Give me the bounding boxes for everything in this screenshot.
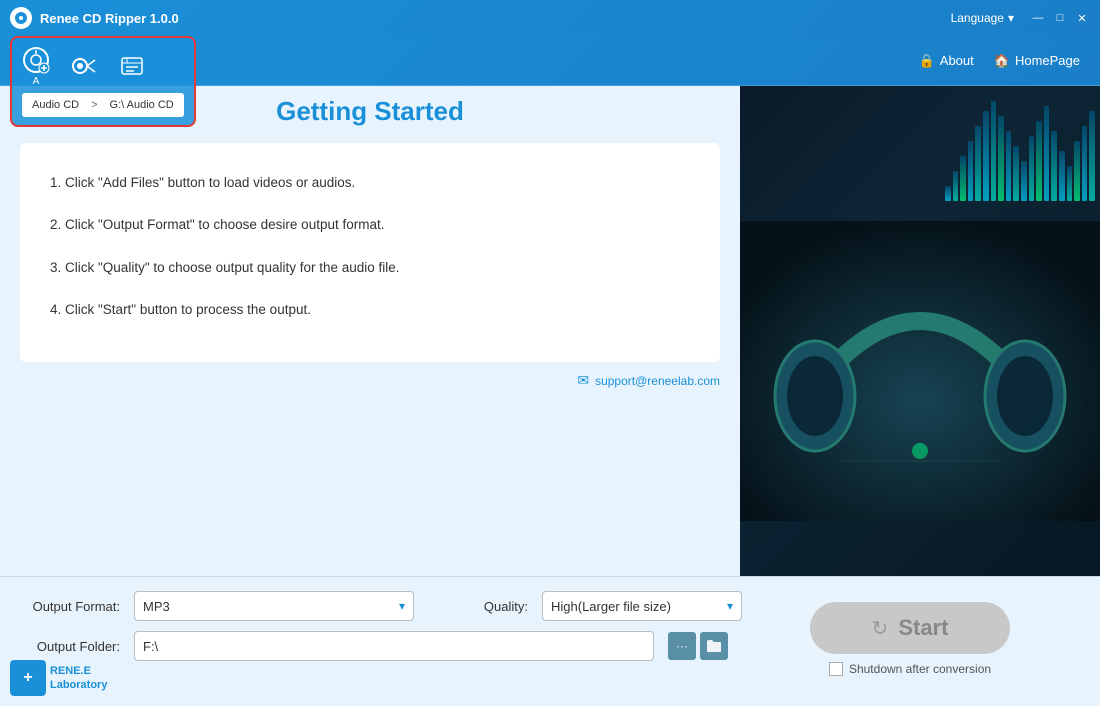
toolbar-icons: A bbox=[22, 46, 184, 87]
about-label: About bbox=[940, 53, 974, 68]
shutdown-label: Shutdown after conversion bbox=[849, 662, 991, 676]
add-files-label: A bbox=[33, 76, 40, 87]
toolbar-area: A bbox=[10, 36, 196, 127]
app-icon bbox=[10, 7, 32, 29]
renee-text-line2: Laboratory bbox=[50, 678, 107, 692]
shutdown-row: Shutdown after conversion bbox=[829, 662, 991, 676]
titlebar: Renee CD Ripper 1.0.0 Language ▾ — □ ✕ bbox=[0, 0, 1100, 36]
start-area: ↻ Start Shutdown after conversion bbox=[740, 602, 1080, 676]
homepage-label: HomePage bbox=[1015, 53, 1080, 68]
language-button[interactable]: Language ▾ bbox=[951, 11, 1014, 25]
start-button[interactable]: ↻ Start bbox=[810, 602, 1010, 654]
breadcrumb-row: Audio CD > G:\ Audio CD bbox=[22, 93, 184, 117]
minimize-button[interactable]: — bbox=[1030, 10, 1046, 26]
nav-links: 🔒 About 🏠 HomePage bbox=[919, 53, 1080, 69]
renee-plus-icon: + bbox=[23, 669, 32, 687]
main-area: Getting Started 1. Click "Add Files" but… bbox=[0, 86, 740, 576]
folder-dots-button[interactable]: ··· bbox=[668, 632, 696, 660]
start-label: Start bbox=[898, 615, 948, 641]
instruction-2: 2. Click "Output Format" to choose desir… bbox=[50, 215, 690, 235]
close-button[interactable]: ✕ bbox=[1074, 10, 1090, 26]
quality-dropdown-icon: ▾ bbox=[727, 599, 733, 613]
renee-text: RENE.E Laboratory bbox=[50, 664, 107, 693]
renee-logo: + RENE.E Laboratory bbox=[10, 660, 107, 696]
breadcrumb-dest: G:\ Audio CD bbox=[100, 93, 184, 117]
maximize-button[interactable]: □ bbox=[1052, 10, 1068, 26]
output-folder-input[interactable]: F:\ bbox=[134, 631, 654, 661]
headphones-visual bbox=[740, 86, 1100, 656]
lock-icon: 🔒 bbox=[919, 53, 935, 69]
output-folder-label: Output Folder: bbox=[20, 639, 120, 654]
folder-open-button[interactable] bbox=[700, 632, 728, 660]
language-dropdown-icon: ▾ bbox=[1008, 11, 1014, 25]
breadcrumb-arrow: > bbox=[89, 99, 99, 111]
renee-logo-box: + bbox=[10, 660, 46, 696]
folder-path-value: F:\ bbox=[143, 639, 158, 654]
homepage-link[interactable]: 🏠 HomePage bbox=[994, 53, 1080, 69]
toolbar-box: A bbox=[10, 36, 196, 127]
titlebar-left: Renee CD Ripper 1.0.0 bbox=[10, 7, 179, 29]
quality-field-label: Quality: bbox=[428, 599, 528, 614]
app-title: Renee CD Ripper 1.0.0 bbox=[40, 11, 179, 26]
breadcrumb-source: Audio CD bbox=[22, 93, 89, 117]
renee-text-line1: RENE.E bbox=[50, 664, 107, 678]
quality-button[interactable] bbox=[118, 52, 146, 82]
output-format-value: MP3 bbox=[143, 599, 170, 614]
start-refresh-icon: ↻ bbox=[872, 616, 889, 641]
instruction-4: 4. Click "Start" button to process the o… bbox=[50, 300, 690, 320]
video-area bbox=[740, 86, 1100, 656]
home-icon: 🏠 bbox=[994, 53, 1010, 69]
instruction-3: 3. Click "Quality" to choose output qual… bbox=[50, 258, 690, 278]
language-label: Language bbox=[951, 11, 1004, 25]
about-link[interactable]: 🔒 About bbox=[919, 53, 974, 69]
mail-icon: ✉ bbox=[577, 372, 589, 389]
add-files-button[interactable]: A bbox=[22, 46, 50, 87]
output-format-select[interactable]: MP3 ▾ bbox=[134, 591, 414, 621]
video-bg bbox=[740, 86, 1100, 656]
output-format-field-label: Output Format: bbox=[20, 599, 120, 614]
titlebar-right: Language ▾ — □ ✕ bbox=[951, 10, 1090, 26]
shutdown-checkbox[interactable] bbox=[829, 662, 843, 676]
quality-value: High(Larger file size) bbox=[551, 599, 671, 614]
support-email[interactable]: support@reneelab.com bbox=[595, 374, 720, 388]
quality-select[interactable]: High(Larger file size) ▾ bbox=[542, 591, 742, 621]
support-row: ✉ support@reneelab.com bbox=[20, 362, 720, 389]
folder-buttons: ··· bbox=[668, 632, 728, 660]
instruction-1: 1. Click "Add Files" button to load vide… bbox=[50, 173, 690, 193]
output-format-button[interactable] bbox=[70, 52, 98, 82]
format-dropdown-icon: ▾ bbox=[399, 599, 405, 613]
window-controls: — □ ✕ bbox=[1030, 10, 1090, 26]
instructions-box: 1. Click "Add Files" button to load vide… bbox=[20, 143, 720, 362]
